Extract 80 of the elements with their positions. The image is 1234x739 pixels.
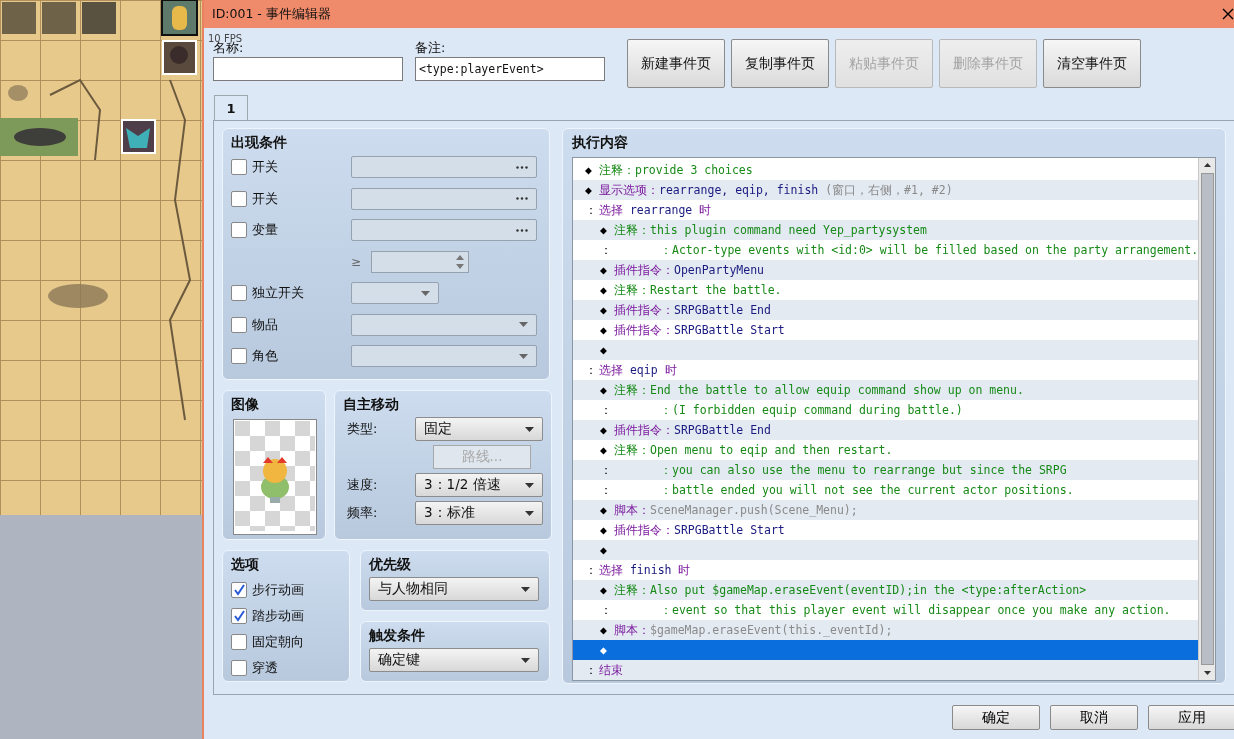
dropdown[interactable]: 与人物相同 bbox=[369, 577, 539, 601]
caret-icon bbox=[525, 510, 534, 516]
checkbox[interactable] bbox=[231, 159, 247, 175]
caret-icon bbox=[521, 657, 530, 663]
more-icon[interactable] bbox=[516, 165, 528, 169]
group-title: 优先级 bbox=[369, 555, 411, 573]
field-label: 速度: bbox=[346, 476, 379, 494]
checkbox-label: 踏步动画 bbox=[252, 607, 304, 625]
command-line[interactable]: ： ：event so that this player event will disappear once you make any action. bbox=[573, 600, 1199, 620]
group-title: 图像 bbox=[231, 395, 259, 413]
caret-icon bbox=[521, 586, 530, 592]
dropdown[interactable] bbox=[351, 313, 537, 336]
page-button[interactable]: 清空事件页 bbox=[1043, 39, 1141, 88]
caret-icon bbox=[525, 426, 534, 432]
picker-field[interactable] bbox=[351, 156, 537, 178]
checkbox-label: 独立开关 bbox=[252, 284, 304, 302]
page-tab[interactable]: 1 bbox=[214, 95, 248, 120]
field-label: 频率: bbox=[346, 504, 379, 522]
checkbox[interactable] bbox=[231, 582, 247, 598]
command-line[interactable]: ： ：battle ended you will not see the current actor positions. bbox=[573, 480, 1199, 500]
name-field[interactable] bbox=[213, 57, 403, 81]
dropdown[interactable]: 3：1/2 倍速 bbox=[415, 473, 543, 497]
dialog-button[interactable]: 确定 bbox=[952, 705, 1041, 730]
page-button[interactable]: 复制事件页 bbox=[731, 39, 829, 88]
command-line[interactable]: ： 选择 finish 时 bbox=[573, 560, 1199, 580]
picker-field[interactable] bbox=[351, 187, 537, 210]
number-spinner[interactable] bbox=[371, 250, 469, 273]
checkbox-label: 开关 bbox=[252, 189, 278, 208]
checkbox[interactable] bbox=[231, 608, 247, 624]
command-line[interactable]: ◆ 插件指令：SRPGBattle Start bbox=[573, 320, 1199, 340]
checkbox-label: 固定朝向 bbox=[252, 633, 304, 651]
checkbox[interactable] bbox=[231, 634, 247, 650]
note-field[interactable]: <type:playerEvent> bbox=[415, 57, 605, 81]
caret-icon bbox=[421, 290, 430, 296]
checkbox-label: 物品 bbox=[252, 315, 278, 334]
caret-icon bbox=[525, 482, 534, 488]
caret-icon bbox=[519, 353, 528, 359]
dialog-button[interactable]: 取消 bbox=[1050, 705, 1139, 730]
dropdown[interactable]: 确定键 bbox=[369, 648, 539, 672]
field-label: 类型: bbox=[346, 420, 379, 438]
group-title: 出现条件 bbox=[231, 133, 287, 151]
checkbox[interactable] bbox=[231, 348, 247, 364]
group-title: 执行内容 bbox=[572, 133, 628, 151]
caret-icon bbox=[519, 322, 528, 327]
command-line[interactable]: ◆ 注释：provide 3 choices bbox=[573, 160, 1199, 180]
group-title: 自主移动 bbox=[343, 395, 399, 413]
command-line[interactable]: ： ：Actor-type events with <id:0> will be filled based on the party arrangement. bbox=[573, 240, 1199, 260]
command-line[interactable]: ： 选择 rearrange 时 bbox=[573, 200, 1199, 220]
checkbox-label: 变量 bbox=[252, 221, 278, 239]
checkbox[interactable] bbox=[231, 660, 247, 676]
dropdown[interactable]: 固定 bbox=[415, 417, 543, 441]
checkbox-label: 开关 bbox=[252, 158, 278, 176]
more-icon[interactable] bbox=[516, 197, 528, 200]
page-button[interactable]: 新建事件页 bbox=[627, 39, 725, 88]
comparison-sign: ≥ bbox=[351, 254, 363, 269]
checkbox-label: 穿透 bbox=[252, 659, 278, 677]
note-label: 备注: bbox=[415, 39, 447, 57]
dropdown[interactable] bbox=[351, 345, 537, 367]
command-line[interactable]: ： 选择 eqip 时 bbox=[573, 360, 1199, 380]
command-line[interactable]: ◆ 插件指令：SRPGBattle Start bbox=[573, 520, 1199, 540]
window-title: ID:001 - 事件编辑器 bbox=[212, 5, 331, 23]
group-title: 触发条件 bbox=[369, 626, 425, 644]
command-line[interactable]: ◆ 注释：Restart the battle. bbox=[573, 280, 1199, 300]
checkbox-label: 步行动画 bbox=[252, 581, 304, 599]
command-line[interactable]: ： ：(I forbidden equip command during battle.) bbox=[573, 400, 1199, 420]
picker-field[interactable] bbox=[351, 219, 537, 241]
group-title: 选项 bbox=[231, 555, 259, 573]
checkbox[interactable] bbox=[231, 222, 247, 238]
checkbox[interactable] bbox=[231, 285, 247, 301]
close-icon[interactable] bbox=[1222, 8, 1234, 20]
scrollbar[interactable] bbox=[1198, 158, 1216, 680]
dropdown[interactable] bbox=[351, 282, 439, 304]
more-icon[interactable] bbox=[516, 228, 528, 232]
checkbox-label: 角色 bbox=[252, 347, 278, 365]
dropdown[interactable]: 3：标准 bbox=[415, 501, 543, 525]
spinner-arrows-icon[interactable] bbox=[456, 253, 464, 270]
command-line[interactable]: ◆ 注释：Open menu to eqip and then restart. bbox=[573, 440, 1199, 460]
checkbox[interactable] bbox=[231, 316, 247, 333]
dialog-button[interactable]: 应用 bbox=[1148, 705, 1234, 730]
checkbox[interactable] bbox=[231, 190, 247, 207]
